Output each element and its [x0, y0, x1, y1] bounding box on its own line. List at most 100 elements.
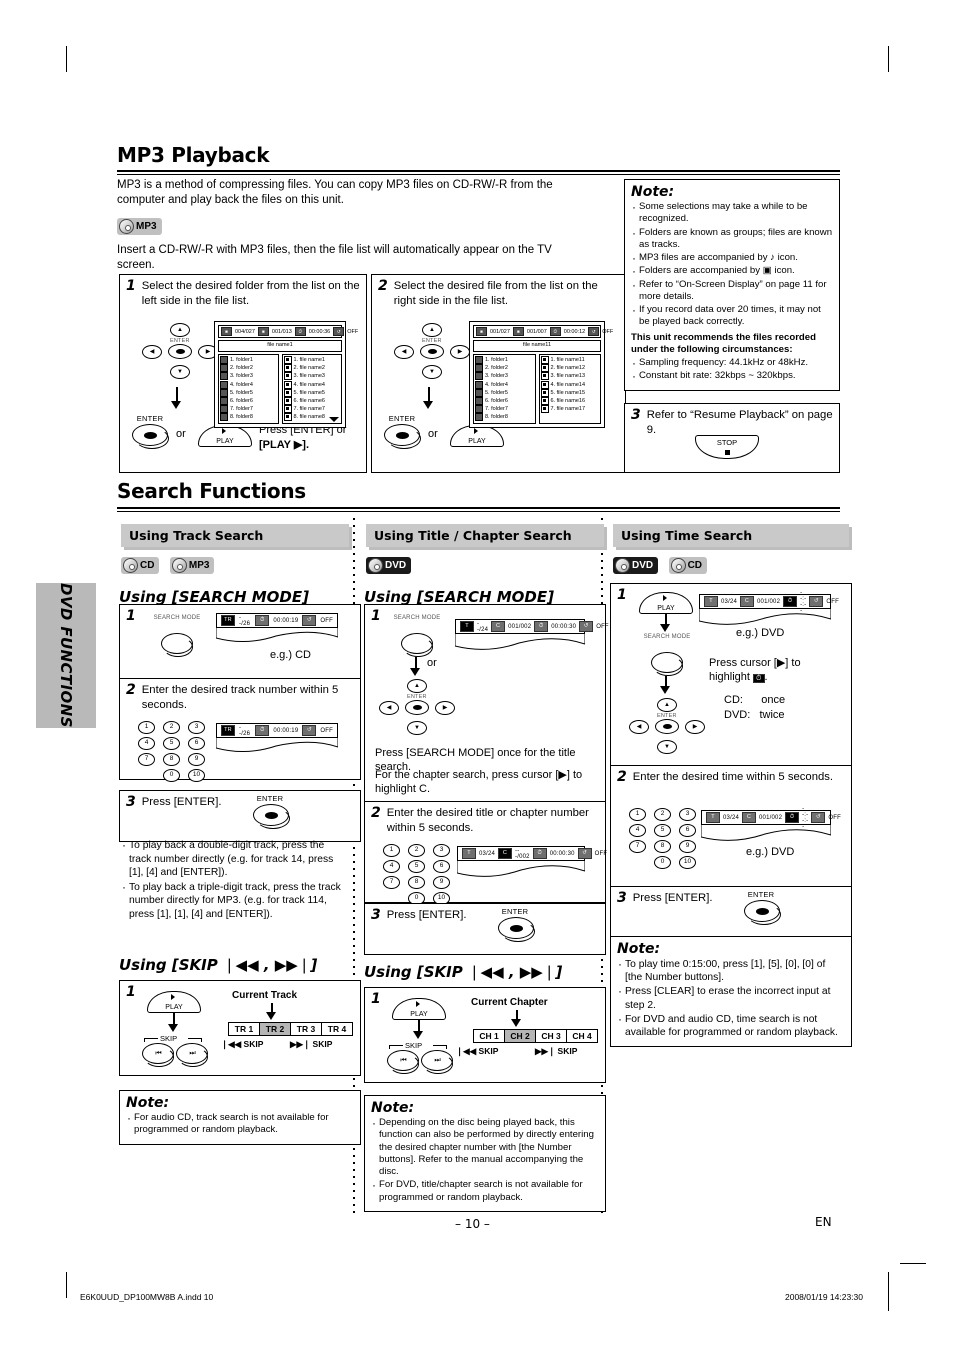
enter-button-art[interactable] — [132, 424, 169, 449]
list-item[interactable]: 3. folder3 — [475, 372, 534, 381]
folder-column[interactable]: 1. folder1 2. folder2 3. folder3 4. fold… — [473, 354, 536, 424]
list-item[interactable]: 4. file name4 — [283, 380, 341, 389]
stop-button-art[interactable]: STOP — [695, 435, 759, 459]
list-item[interactable]: 2. file name2 — [283, 364, 341, 373]
cursor-left-button[interactable]: ◀ — [142, 345, 162, 359]
play-button-art[interactable]: PLAY — [198, 425, 252, 447]
list-item[interactable]: 7. file name7 — [283, 405, 341, 414]
skip-back-button[interactable]: ⏮ — [142, 1043, 175, 1067]
list-item[interactable]: 1. file name11 — [540, 356, 600, 365]
cursor-up-button[interactable]: ▲ — [657, 698, 677, 712]
cursor-up-button[interactable]: ▲ — [422, 323, 442, 337]
number-button[interactable]: 3 — [433, 844, 450, 857]
list-item[interactable]: 2. folder2 — [220, 364, 277, 373]
list-item[interactable]: 7. folder7 — [220, 405, 277, 414]
list-item[interactable]: 2. file name12 — [540, 364, 600, 373]
cursor-left-button[interactable]: ◀ — [394, 345, 414, 359]
list-item[interactable]: 5. folder5 — [475, 388, 534, 397]
list-item[interactable]: 3. folder3 — [220, 372, 277, 381]
list-item[interactable]: 3. file name3 — [283, 372, 341, 381]
number-keypad[interactable]: 1 2 3 4 5 6 7 8 9 0 10 — [383, 844, 453, 905]
number-button[interactable]: 1 — [629, 808, 646, 821]
search-mode-button[interactable] — [401, 633, 433, 657]
search-mode-button[interactable] — [161, 633, 193, 657]
scroll-down-icon[interactable] — [329, 416, 339, 422]
number-button[interactable]: 7 — [629, 840, 646, 853]
number-keypad[interactable]: 1 2 3 4 5 6 7 8 9 0 10 — [138, 721, 208, 782]
number-button[interactable]: 2 — [654, 808, 671, 821]
cursor-left-button[interactable]: ◀ — [379, 701, 399, 715]
number-button[interactable]: 1 — [138, 721, 155, 734]
number-button[interactable]: 9 — [188, 753, 205, 766]
list-item[interactable]: 4. file name14 — [540, 380, 600, 389]
enter-button[interactable] — [655, 719, 679, 734]
list-item[interactable]: 7. folder7 — [475, 405, 534, 414]
number-button[interactable]: 5 — [163, 737, 180, 750]
list-item[interactable]: 8. folder8 — [475, 413, 534, 422]
number-button[interactable]: 9 — [433, 876, 450, 889]
number-button[interactable]: 0 — [654, 856, 671, 869]
number-button[interactable]: 0 — [163, 769, 180, 782]
play-button-art[interactable]: PLAY — [392, 998, 446, 1020]
number-button[interactable]: 3 — [679, 808, 696, 821]
list-item[interactable]: 6. file name6 — [283, 397, 341, 406]
list-item[interactable]: 1. file name1 — [283, 356, 341, 365]
number-button[interactable]: 5 — [408, 860, 425, 873]
cursor-left-button[interactable]: ◀ — [629, 720, 649, 734]
enter-button[interactable] — [405, 700, 429, 715]
enter-button-art[interactable] — [744, 900, 781, 925]
number-button[interactable]: 3 — [188, 721, 205, 734]
number-button[interactable]: 4 — [383, 860, 400, 873]
number-button[interactable]: 9 — [679, 840, 696, 853]
number-button[interactable]: 7 — [138, 753, 155, 766]
enter-button[interactable] — [168, 344, 192, 359]
play-button-art[interactable]: PLAY — [147, 991, 201, 1013]
list-item[interactable]: 1. folder1 — [475, 356, 534, 365]
list-item[interactable]: 5. folder5 — [220, 388, 277, 397]
cursor-right-button[interactable]: ▶ — [450, 345, 470, 359]
skip-forward-button[interactable]: ⏭ — [176, 1043, 209, 1067]
cursor-up-button[interactable]: ▲ — [170, 323, 190, 337]
number-button[interactable]: 5 — [654, 824, 671, 837]
number-button[interactable]: 1 — [383, 844, 400, 857]
cursor-right-button[interactable]: ▶ — [435, 701, 455, 715]
list-item[interactable]: 5. file name15 — [540, 388, 600, 397]
list-item[interactable]: 4. folder4 — [475, 380, 534, 389]
cursor-up-button[interactable]: ▲ — [407, 679, 427, 693]
number-button[interactable]: 8 — [654, 840, 671, 853]
number-button[interactable]: 2 — [163, 721, 180, 734]
cursor-down-button[interactable]: ▼ — [407, 721, 427, 735]
file-column[interactable]: 1. file name11 2. file name12 3. file na… — [538, 354, 601, 424]
file-column[interactable]: 1. file name1 2. file name2 3. file name… — [281, 354, 342, 424]
play-button-art[interactable]: PLAY — [639, 592, 693, 614]
list-item[interactable]: 1. folder1 — [220, 356, 277, 365]
list-item[interactable]: 2. folder2 — [475, 364, 534, 373]
number-button[interactable]: 4 — [629, 824, 646, 837]
enter-button-art[interactable] — [253, 804, 290, 829]
skip-back-button[interactable]: ⏮ — [387, 1050, 420, 1074]
number-button[interactable]: 10 — [188, 769, 205, 782]
number-button[interactable]: 10 — [679, 856, 696, 869]
list-item[interactable]: 6. file name16 — [540, 397, 600, 406]
number-button[interactable]: 6 — [679, 824, 696, 837]
list-item[interactable]: 3. file name13 — [540, 372, 600, 381]
number-button[interactable]: 8 — [163, 753, 180, 766]
list-item[interactable]: 5. file name5 — [283, 388, 341, 397]
enter-button[interactable] — [420, 344, 444, 359]
enter-button-art[interactable] — [384, 424, 421, 449]
number-button[interactable]: 8 — [408, 876, 425, 889]
cursor-down-button[interactable]: ▼ — [170, 365, 190, 379]
cursor-right-button[interactable]: ▶ — [685, 720, 705, 734]
search-mode-button[interactable] — [651, 652, 683, 676]
list-item[interactable]: 7. file name17 — [540, 405, 600, 414]
folder-column[interactable]: 1. folder1 2. folder2 3. folder3 4. fold… — [218, 354, 279, 424]
cursor-down-button[interactable]: ▼ — [657, 740, 677, 754]
list-item[interactable]: 4. folder4 — [220, 380, 277, 389]
skip-forward-button[interactable]: ⏭ — [421, 1050, 454, 1074]
number-button[interactable]: 7 — [383, 876, 400, 889]
list-item[interactable]: 8. folder8 — [220, 413, 277, 422]
number-button[interactable]: 2 — [408, 844, 425, 857]
list-item[interactable]: 6. folder6 — [475, 397, 534, 406]
play-button-art[interactable]: PLAY — [450, 425, 504, 447]
list-item[interactable]: 6. folder6 — [220, 397, 277, 406]
